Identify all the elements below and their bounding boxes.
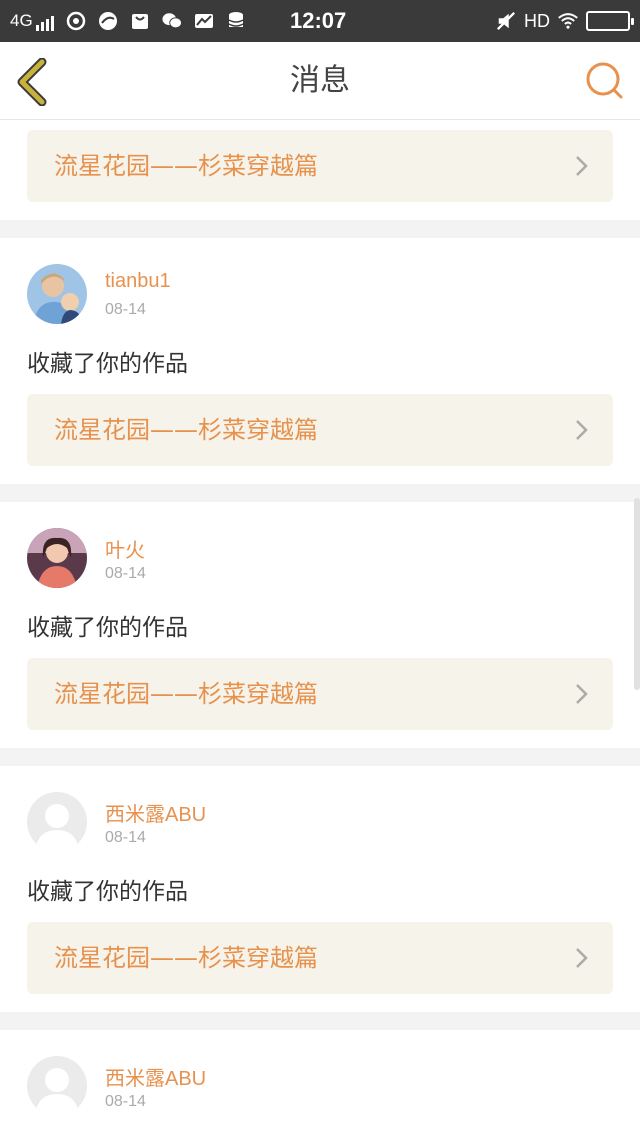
work-title: 流星花园——杉菜穿越篇	[54, 680, 318, 708]
user-avatar-image	[27, 528, 87, 588]
hd-label: HD	[524, 10, 550, 31]
username[interactable]: 西米露ABU	[105, 798, 206, 827]
chevron-right-icon	[576, 684, 588, 704]
wifi-icon	[558, 11, 578, 31]
scrollbar[interactable]	[634, 498, 640, 690]
message-date: 08-14	[105, 829, 146, 846]
clock: 12:07	[290, 8, 347, 33]
work-title: 流星花园——杉菜穿越篇	[54, 944, 318, 972]
user-avatar-image	[27, 264, 87, 324]
mute-icon	[496, 11, 516, 31]
navigation-bar: 消息	[0, 42, 640, 120]
message-action: 收藏了你的作品	[27, 351, 188, 377]
bag-icon	[130, 11, 150, 31]
page-title: 消息	[290, 63, 350, 98]
database-icon	[226, 11, 246, 31]
work-title: 流星花园——杉菜穿越篇	[54, 416, 318, 444]
status-right: HD	[496, 0, 634, 42]
app-icon	[98, 11, 118, 31]
search-button[interactable]	[584, 60, 626, 102]
message-date: 08-14	[105, 565, 146, 582]
message-list: 流星花园——杉菜穿越篇 tianbu1 08-14 收藏了你的作品 流星花园——…	[0, 120, 640, 1138]
signal-icon	[35, 15, 54, 31]
message-card: 叶火 08-14 收藏了你的作品 流星花园——杉菜穿越篇	[0, 502, 640, 748]
divider	[0, 484, 640, 502]
chevron-left-icon	[17, 57, 47, 107]
message-card: 西米露ABU 08-14	[0, 1030, 640, 1138]
divider	[0, 1012, 640, 1030]
work-link[interactable]: 流星花园——杉菜穿越篇	[27, 130, 613, 202]
username[interactable]: 西米露ABU	[105, 1062, 206, 1091]
work-title: 流星花园——杉菜穿越篇	[54, 152, 318, 180]
wechat-icon	[162, 11, 182, 31]
default-avatar-icon	[27, 1056, 87, 1116]
divider	[0, 220, 640, 238]
default-avatar-icon	[27, 792, 87, 852]
message-date: 08-14	[105, 301, 146, 318]
message-date: 08-14	[105, 1093, 146, 1110]
message-card: 西米露ABU 08-14 收藏了你的作品 流星花园——杉菜穿越篇	[0, 766, 640, 1012]
chevron-right-icon	[576, 420, 588, 440]
avatar[interactable]	[27, 1056, 87, 1116]
app-icon	[66, 11, 86, 31]
message-action: 收藏了你的作品	[27, 879, 188, 905]
network-indicator: 4G	[10, 11, 54, 31]
work-link[interactable]: 流星花园——杉菜穿越篇	[27, 658, 613, 730]
chevron-right-icon	[576, 156, 588, 176]
status-bar: 4G 12:07 HD	[0, 0, 640, 42]
avatar[interactable]	[27, 264, 87, 324]
work-link[interactable]: 流星花园——杉菜穿越篇	[27, 922, 613, 994]
search-icon	[586, 62, 623, 99]
status-left: 4G	[10, 0, 246, 42]
avatar[interactable]	[27, 528, 87, 588]
username[interactable]: 叶火	[105, 534, 145, 563]
work-link[interactable]: 流星花园——杉菜穿越篇	[27, 394, 613, 466]
network-type: 4G	[10, 11, 33, 30]
username[interactable]: tianbu1	[105, 270, 171, 293]
message-card: 流星花园——杉菜穿越篇	[0, 120, 640, 220]
battery-icon	[586, 11, 634, 31]
avatar[interactable]	[27, 792, 87, 852]
message-card: tianbu1 08-14 收藏了你的作品 流星花园——杉菜穿越篇	[0, 238, 640, 484]
mail-icon	[194, 11, 214, 31]
chevron-right-icon	[576, 948, 588, 968]
divider	[0, 748, 640, 766]
back-button[interactable]	[14, 57, 54, 107]
message-action: 收藏了你的作品	[27, 615, 188, 641]
